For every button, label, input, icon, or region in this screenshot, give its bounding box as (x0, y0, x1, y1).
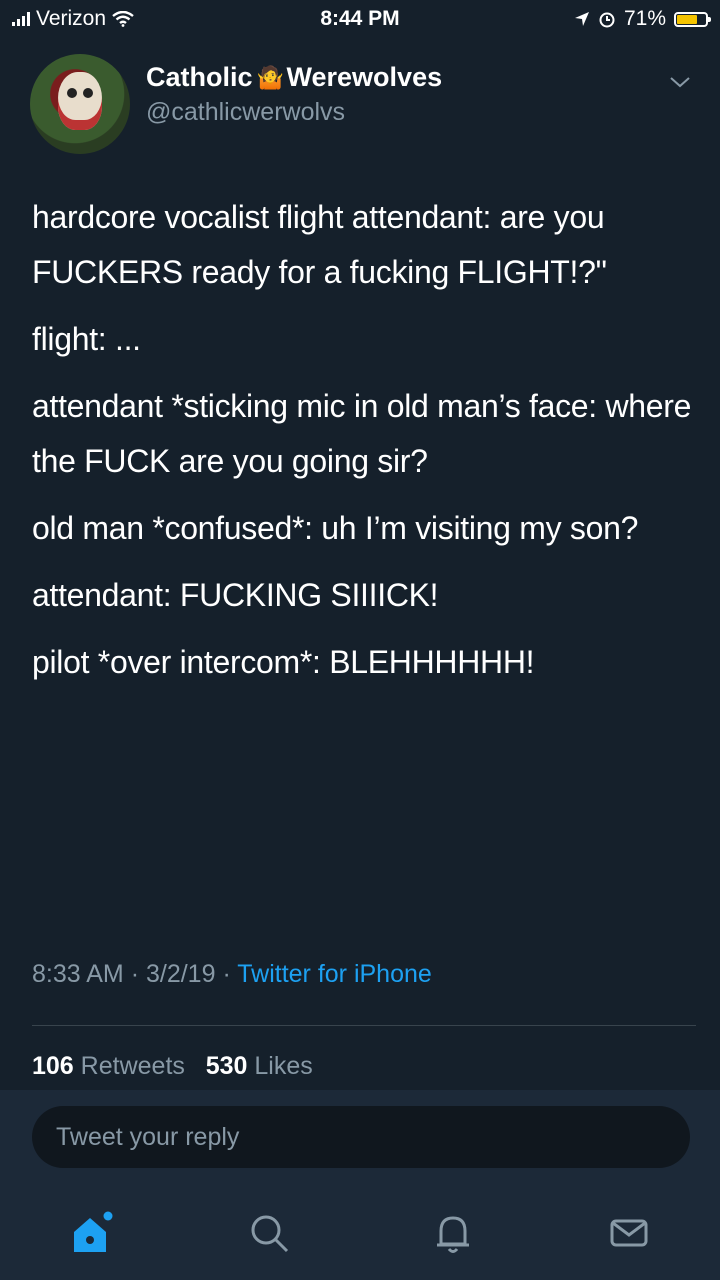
chevron-down-icon[interactable] (668, 70, 692, 94)
user-handle[interactable]: @cathlicwerwolvs (146, 98, 345, 127)
home-icon[interactable] (66, 1208, 116, 1258)
search-icon[interactable] (244, 1208, 294, 1258)
carrier-label: Verizon (36, 7, 107, 30)
messages-icon[interactable] (604, 1208, 654, 1258)
notifications-icon[interactable] (428, 1208, 478, 1258)
tweet-source-link[interactable]: Twitter for iPhone (237, 960, 432, 988)
tweet-paragraph: flight: ... (32, 321, 141, 357)
tweet-paragraph: attendant *sticking mic in old man’s fac… (32, 388, 692, 479)
display-name-second: Werewolves (286, 62, 443, 92)
avatar-eye-right (83, 88, 93, 98)
display-name-first: Catholic (146, 62, 253, 92)
tweet-paragraph: attendant: FUCKING SIIIICK! (32, 577, 439, 613)
tab-bar (0, 1190, 720, 1280)
battery-percent: 71% (623, 7, 666, 30)
retweets-stat[interactable]: 106 Retweets (32, 1052, 185, 1080)
shrug-emoji-icon: 🤷 (256, 64, 284, 90)
status-bar: Verizon 8:44 PM 71% (0, 0, 720, 40)
tweet-paragraph: old man *confused*: uh I’m visiting my s… (32, 510, 639, 546)
tweet-paragraph: hardcore vocalist flight attendant: are … (32, 199, 607, 290)
battery-icon (674, 11, 711, 27)
divider (32, 1025, 696, 1026)
tweet-time: 8:33 AM (32, 960, 124, 988)
meta-separator: · (130, 960, 140, 988)
battery-fill (677, 14, 697, 24)
tweet-meta: 8:33 AM · 3/2/19 · Twitter for iPhone (32, 960, 432, 989)
reply-input[interactable] (32, 1106, 690, 1168)
tweet-date: 3/2/19 (145, 960, 216, 988)
wifi-icon (112, 11, 134, 27)
alarm-icon (599, 12, 615, 28)
display-name[interactable]: Catholic 🤷 Werewolves (146, 62, 442, 93)
likes-count: 530 (205, 1052, 248, 1080)
location-arrow-icon (574, 12, 589, 26)
retweets-label: Retweets (80, 1052, 185, 1080)
avatar-eye-left (67, 88, 77, 98)
likes-label: Likes (254, 1052, 313, 1080)
tweet-paragraph: pilot *over intercom*: BLEHHHHHH! (32, 644, 535, 680)
status-left: Verizon (12, 7, 134, 31)
avatar[interactable] (30, 54, 130, 154)
tweet-header: Catholic 🤷 Werewolves @cathlicwerwolvs (0, 48, 720, 158)
avatar-face (58, 72, 102, 130)
meta-separator: · (222, 960, 231, 988)
tweet-text: hardcore vocalist flight attendant: are … (32, 190, 702, 702)
signal-icon (12, 12, 30, 26)
likes-stat[interactable]: 530 Likes (206, 1052, 313, 1080)
status-right: 71% (574, 7, 711, 31)
retweets-count: 106 (32, 1052, 74, 1080)
tweet-stats: 106 Retweets 530 Likes (32, 1052, 313, 1081)
